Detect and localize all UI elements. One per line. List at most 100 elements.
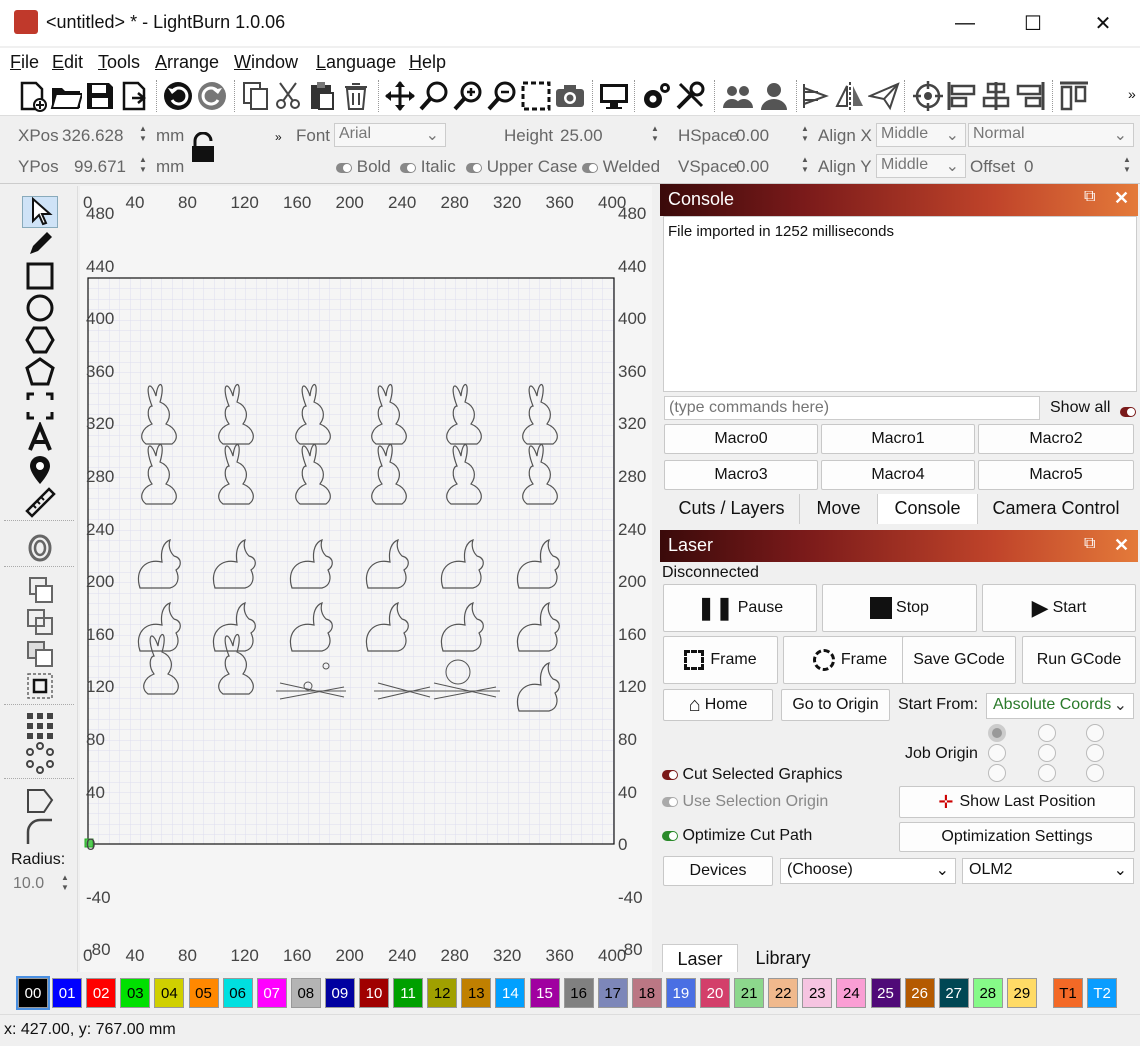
undo-icon[interactable] [162, 80, 194, 112]
origin-radio-center[interactable] [1038, 744, 1056, 762]
frame-round-button[interactable]: Frame [783, 636, 917, 684]
origin-radio-middle-left[interactable] [988, 744, 1006, 762]
macro-0-button[interactable]: Macro0 [664, 424, 818, 454]
canvas-svg[interactable] [80, 186, 652, 972]
mirror-icon[interactable] [834, 80, 866, 112]
offset-value[interactable]: 0 [1024, 157, 1033, 177]
tab-laser[interactable]: Laser [662, 944, 738, 972]
layer-swatch-04[interactable]: 04 [154, 978, 185, 1008]
layer-swatch-24[interactable]: 24 [836, 978, 867, 1008]
macro-3-button[interactable]: Macro3 [664, 460, 818, 490]
tab-console[interactable]: Console [878, 494, 978, 524]
users-icon[interactable] [722, 80, 754, 112]
show-all-toggle[interactable] [1120, 406, 1136, 417]
new-file-icon[interactable] [16, 80, 48, 112]
user-icon[interactable] [758, 80, 790, 112]
monitor-icon[interactable] [598, 80, 630, 112]
tab-cuts-layers[interactable]: Cuts / Layers [664, 494, 800, 524]
tab-library[interactable]: Library [740, 944, 826, 972]
origin-radio-bottom-right[interactable] [1086, 764, 1104, 782]
float-icon[interactable]: ⧉ [1084, 188, 1095, 206]
frame-rect-button[interactable]: Frame [663, 636, 778, 684]
tab-camera-control[interactable]: Camera Control [978, 494, 1134, 524]
stop-button[interactable]: Stop [822, 584, 977, 632]
redo-icon[interactable] [196, 80, 228, 112]
layer-swatch-14[interactable]: 14 [495, 978, 526, 1008]
layer-swatch-08[interactable]: 08 [290, 978, 321, 1008]
edit-nodes-icon[interactable] [24, 784, 56, 816]
vspace-value[interactable]: 0.00 [736, 157, 769, 177]
go-to-origin-button[interactable]: Go to Origin [781, 689, 890, 721]
macro-1-button[interactable]: Macro1 [821, 424, 975, 454]
layer-swatch-05[interactable]: 05 [188, 978, 219, 1008]
menu-tools[interactable]: Tools [98, 52, 140, 73]
zoom-in-icon[interactable] [452, 80, 484, 112]
rectangle-tool-icon[interactable] [24, 260, 56, 292]
send-icon[interactable] [868, 80, 900, 112]
layer-swatch-02[interactable]: 02 [86, 978, 117, 1008]
save-gcode-button[interactable]: Save GCode [902, 636, 1016, 684]
xpos-spinner[interactable]: ▲ ▼ [136, 124, 150, 146]
origin-radio-top-right[interactable] [1086, 724, 1104, 742]
zoom-frame-icon[interactable] [520, 80, 552, 112]
italic-toggle[interactable]: Italic [400, 157, 456, 177]
open-folder-icon[interactable] [50, 80, 82, 112]
layer-swatch-12[interactable]: 12 [427, 978, 458, 1008]
maximize-button[interactable]: ☐ [998, 0, 1068, 46]
hspace-value[interactable]: 0.00 [736, 126, 769, 146]
distribute-icon[interactable] [1058, 80, 1090, 112]
layer-swatch-16[interactable]: 16 [563, 978, 594, 1008]
weld-icon[interactable] [24, 574, 56, 606]
menu-window[interactable]: Window [234, 52, 298, 73]
props-collapse-button[interactable]: » [275, 130, 282, 144]
layer-swatch-T2[interactable]: T2 [1087, 978, 1118, 1008]
layer-swatch-18[interactable]: 18 [631, 978, 662, 1008]
layer-swatch-T1[interactable]: T1 [1053, 978, 1083, 1008]
lock-icon[interactable] [190, 132, 216, 164]
tab-move[interactable]: Move [800, 494, 878, 524]
layer-swatch-28[interactable]: 28 [972, 978, 1003, 1008]
layer-swatch-01[interactable]: 01 [52, 978, 83, 1008]
menu-arrange[interactable]: Arrange [155, 52, 219, 73]
macro-5-button[interactable]: Macro5 [978, 460, 1134, 490]
layer-swatch-19[interactable]: 19 [665, 978, 696, 1008]
pause-button[interactable]: ❚❚ Pause [663, 584, 817, 632]
corner-radius-icon[interactable] [24, 816, 56, 848]
radius-value[interactable]: 10.0 [13, 875, 44, 893]
welded-toggle[interactable]: Welded [582, 157, 660, 177]
delete-icon[interactable] [340, 80, 372, 112]
devices-button[interactable]: Devices [663, 856, 773, 886]
menu-edit[interactable]: Edit [52, 52, 83, 73]
circular-array-icon[interactable] [24, 742, 56, 774]
polygon-tool-icon[interactable] [24, 324, 56, 356]
align-center-icon[interactable] [980, 80, 1012, 112]
radius-spinner[interactable]: ▲ ▼ [58, 873, 72, 895]
hspace-spinner[interactable]: ▲ ▼ [798, 124, 812, 146]
optimization-settings-button[interactable]: Optimization Settings [899, 822, 1135, 852]
cut-selected-toggle[interactable]: Cut Selected Graphics [662, 766, 843, 784]
align-right-icon[interactable] [1014, 80, 1046, 112]
home-button[interactable]: ⌂ Home [663, 689, 773, 721]
layer-swatch-22[interactable]: 22 [768, 978, 799, 1008]
layer-swatch-09[interactable]: 09 [324, 978, 355, 1008]
optimize-cut-path-toggle[interactable]: Optimize Cut Path [662, 827, 812, 845]
import-icon[interactable] [118, 80, 150, 112]
pencil-tool-icon[interactable] [24, 228, 56, 260]
move-icon[interactable] [384, 80, 416, 112]
upper-case-toggle[interactable]: Upper Case [466, 157, 577, 177]
close-button[interactable]: ✕ [1068, 0, 1138, 46]
menu-file[interactable]: File [10, 52, 39, 73]
align-left-icon[interactable] [946, 80, 978, 112]
copy-icon[interactable] [240, 80, 272, 112]
grid-array-icon[interactable] [24, 710, 56, 742]
layer-swatch-15[interactable]: 15 [529, 978, 560, 1008]
layer-swatch-17[interactable]: 17 [597, 978, 628, 1008]
zoom-icon[interactable] [418, 80, 450, 112]
target-icon[interactable] [912, 80, 944, 112]
pentagon-tool-icon[interactable] [24, 356, 56, 388]
measure-tool-icon[interactable] [24, 486, 56, 518]
align-icon[interactable] [800, 80, 832, 112]
layer-swatch-26[interactable]: 26 [904, 978, 935, 1008]
layer-swatch-00[interactable]: 00 [16, 976, 50, 1010]
run-gcode-button[interactable]: Run GCode [1022, 636, 1136, 684]
